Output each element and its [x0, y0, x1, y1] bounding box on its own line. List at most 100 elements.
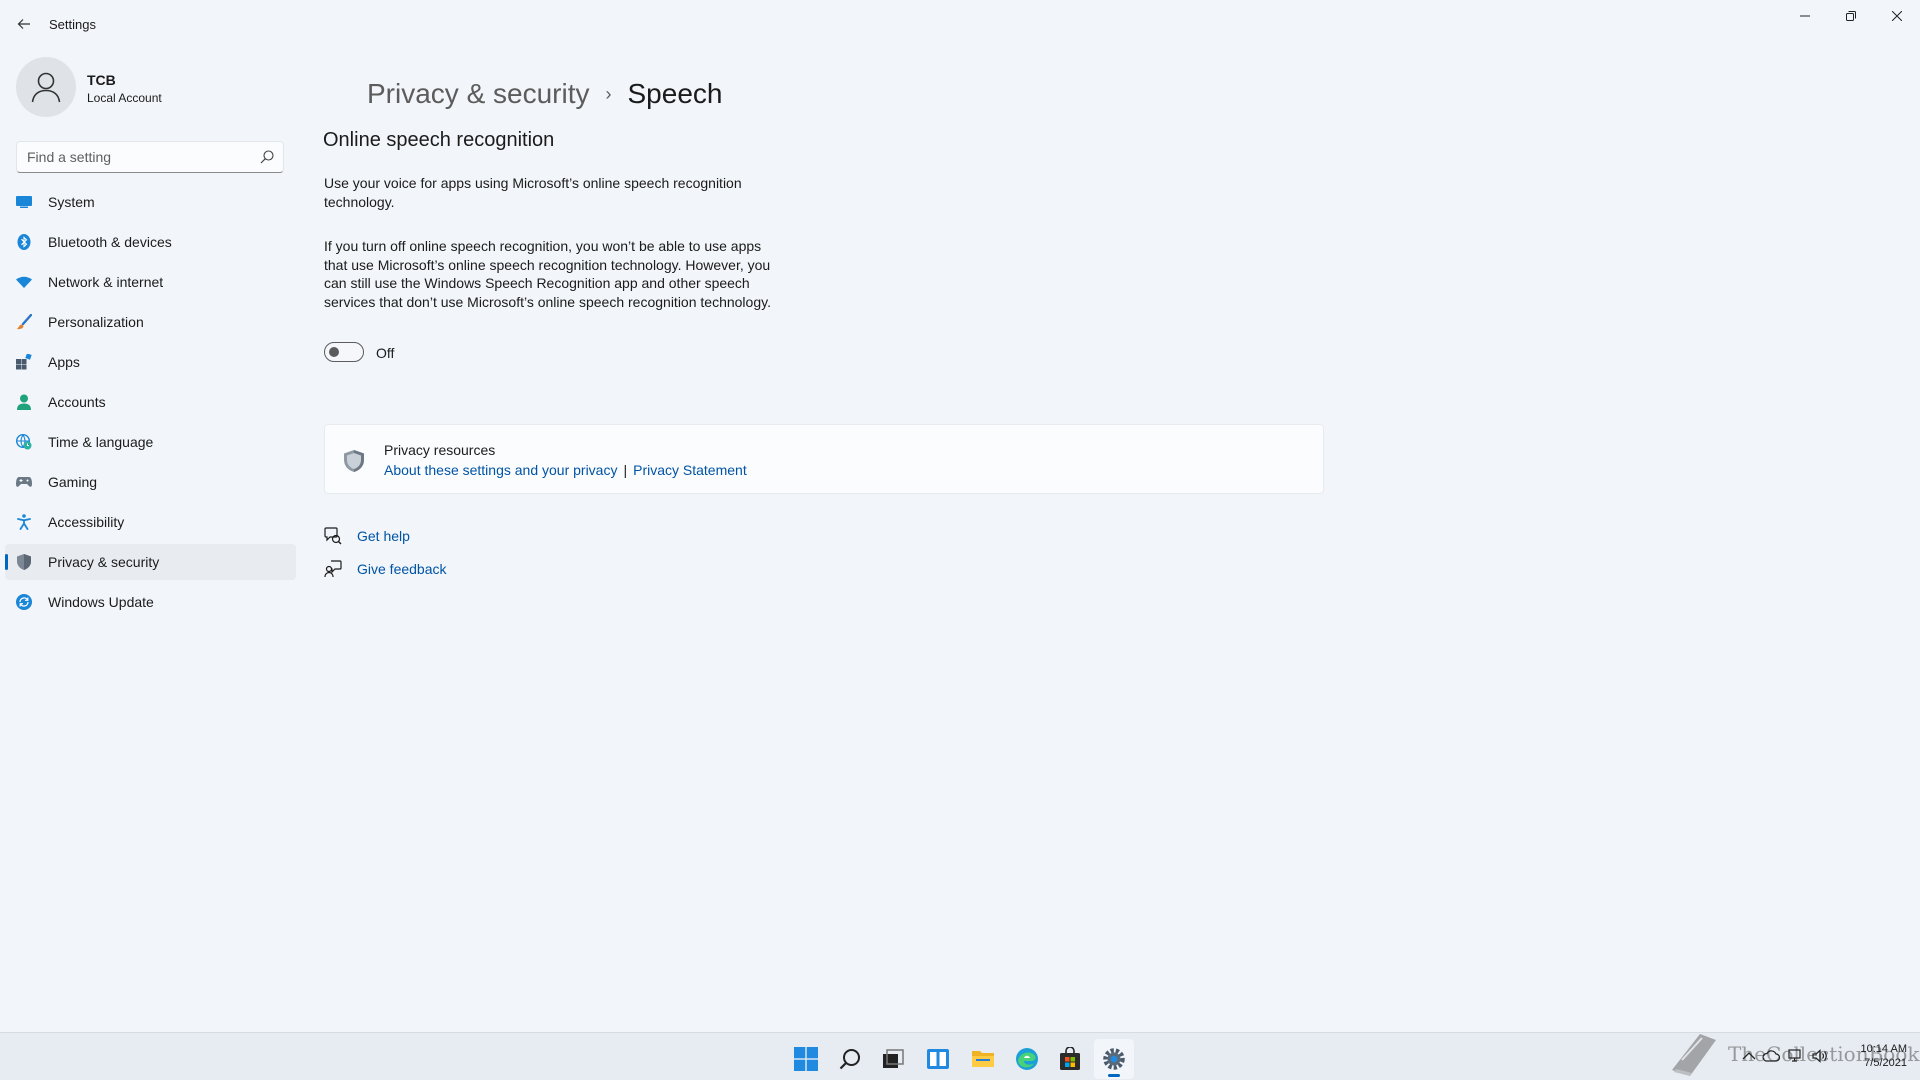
privacy-resources-card: Privacy resources About these settings a…: [324, 424, 1324, 494]
person-icon: [16, 394, 32, 410]
about-privacy-link[interactable]: About these settings and your privacy: [384, 462, 617, 478]
sidebar-nav: System Bluetooth & devices Network & int…: [5, 184, 296, 624]
section-title: Online speech recognition: [323, 129, 555, 151]
sidebar-item-label: Apps: [48, 354, 80, 370]
sidebar-item-bluetooth[interactable]: Bluetooth & devices: [5, 224, 296, 260]
task-view-button[interactable]: [873, 1039, 913, 1079]
bluetooth-icon: [16, 234, 32, 250]
back-arrow-icon: [17, 19, 30, 29]
sidebar-item-label: Personalization: [48, 314, 144, 330]
sidebar-item-accessibility[interactable]: Accessibility: [5, 504, 296, 540]
sidebar-item-label: Gaming: [48, 474, 98, 490]
app-title: Settings: [49, 17, 96, 32]
sidebar-item-accounts[interactable]: Accounts: [5, 384, 296, 420]
search-box[interactable]: [16, 141, 284, 173]
clock-time: 10:14 AM: [1860, 1043, 1907, 1055]
shield-icon: [344, 450, 364, 472]
chevron-up-icon[interactable]: [1742, 1051, 1756, 1061]
start-icon: [794, 1047, 818, 1071]
sidebar-item-label: Accounts: [48, 394, 106, 410]
sidebar-item-system[interactable]: System: [5, 184, 296, 220]
page-title: Speech: [627, 78, 723, 109]
gamepad-icon: [16, 474, 32, 490]
active-app-indicator: [1108, 1074, 1120, 1077]
apps-icon: [16, 354, 32, 370]
update-icon: [16, 594, 32, 610]
section-warning-description: If you turn off online speech recognitio…: [324, 238, 771, 310]
store-button[interactable]: [1050, 1039, 1090, 1079]
help-chat-icon: [324, 527, 342, 545]
breadcrumb-parent[interactable]: Privacy & security: [367, 78, 590, 110]
start-button[interactable]: [786, 1039, 826, 1079]
sidebar-item-privacy-security[interactable]: Privacy & security: [5, 544, 296, 580]
edge-icon: [1016, 1048, 1038, 1070]
accessibility-icon: [16, 514, 32, 530]
widgets-button[interactable]: [918, 1039, 958, 1079]
system-tray: [1742, 1032, 1828, 1080]
widgets-icon: [927, 1049, 949, 1069]
globe-clock-icon: [16, 434, 32, 450]
get-help-label[interactable]: Get help: [357, 528, 410, 544]
file-explorer-button[interactable]: [963, 1039, 1003, 1079]
give-feedback-label[interactable]: Give feedback: [357, 561, 447, 577]
resources-title: Privacy resources: [384, 442, 496, 458]
sidebar-item-personalization[interactable]: Personalization: [5, 304, 296, 340]
sidebar-item-label: Bluetooth & devices: [48, 234, 172, 250]
give-feedback-link[interactable]: Give feedback: [324, 560, 447, 578]
sidebar-item-label: System: [48, 194, 95, 210]
restore-button[interactable]: [1828, 0, 1874, 32]
sidebar-item-apps[interactable]: Apps: [5, 344, 296, 380]
chevron-right-icon: ›: [605, 83, 612, 104]
cloud-icon[interactable]: [1762, 1050, 1780, 1062]
sidebar-item-label: Network & internet: [48, 274, 164, 290]
clock-date: 7/5/2021: [1864, 1057, 1907, 1069]
link-divider: |: [623, 462, 628, 478]
taskbar: [0, 1032, 1920, 1080]
task-view-icon: [883, 1049, 904, 1068]
sidebar-item-label: Privacy & security: [48, 554, 160, 570]
volume-icon[interactable]: [1812, 1049, 1828, 1063]
toggle-knob: [329, 347, 339, 357]
brush-icon: [16, 314, 32, 330]
toggle-state-label: Off: [376, 345, 395, 361]
sidebar-item-time-language[interactable]: Time & language: [5, 424, 296, 460]
minimize-icon: [1800, 15, 1810, 17]
sidebar-item-windows-update[interactable]: Windows Update: [5, 584, 296, 620]
sidebar-item-label: Accessibility: [48, 514, 125, 530]
network-icon[interactable]: [1788, 1049, 1804, 1063]
sidebar-item-gaming[interactable]: Gaming: [5, 464, 296, 500]
sidebar-item-network[interactable]: Network & internet: [5, 264, 296, 300]
online-speech-recognition-toggle[interactable]: [324, 342, 364, 362]
taskbar-search-button[interactable]: [830, 1039, 870, 1079]
file-explorer-icon: [972, 1051, 994, 1067]
avatar[interactable]: [16, 57, 76, 117]
taskbar-clock[interactable]: 10:14 AM 7/5/2021: [1855, 1042, 1907, 1070]
settings-button[interactable]: [1094, 1039, 1134, 1079]
title-bar: Settings: [0, 0, 1920, 48]
user-name: TCB: [87, 72, 116, 88]
search-icon[interactable]: [259, 149, 275, 165]
close-icon: [1892, 11, 1902, 21]
wifi-icon: [16, 274, 32, 290]
minimize-button[interactable]: [1782, 0, 1828, 32]
sidebar-item-label: Time & language: [48, 434, 154, 450]
close-button[interactable]: [1874, 0, 1920, 32]
store-icon: [1060, 1047, 1080, 1070]
restore-icon: [1846, 11, 1856, 21]
person-icon: [31, 72, 61, 103]
resources-links: About these settings and your privacy | …: [384, 462, 747, 478]
system-icon: [16, 194, 32, 210]
breadcrumb: Privacy & security › Speech: [367, 78, 722, 110]
search-input[interactable]: [17, 142, 247, 172]
get-help-link[interactable]: Get help: [324, 527, 410, 545]
feedback-icon: [324, 560, 342, 578]
settings-icon: [1103, 1048, 1125, 1070]
sidebar-item-label: Windows Update: [48, 594, 154, 610]
account-type: Local Account: [87, 91, 162, 105]
edge-button[interactable]: [1007, 1039, 1047, 1079]
back-button[interactable]: [10, 12, 38, 36]
book-icon: [1672, 1034, 1716, 1076]
privacy-statement-link[interactable]: Privacy Statement: [633, 462, 747, 478]
section-description: Use your voice for apps using Microsoft’…: [324, 175, 742, 210]
search-icon: [839, 1049, 860, 1070]
